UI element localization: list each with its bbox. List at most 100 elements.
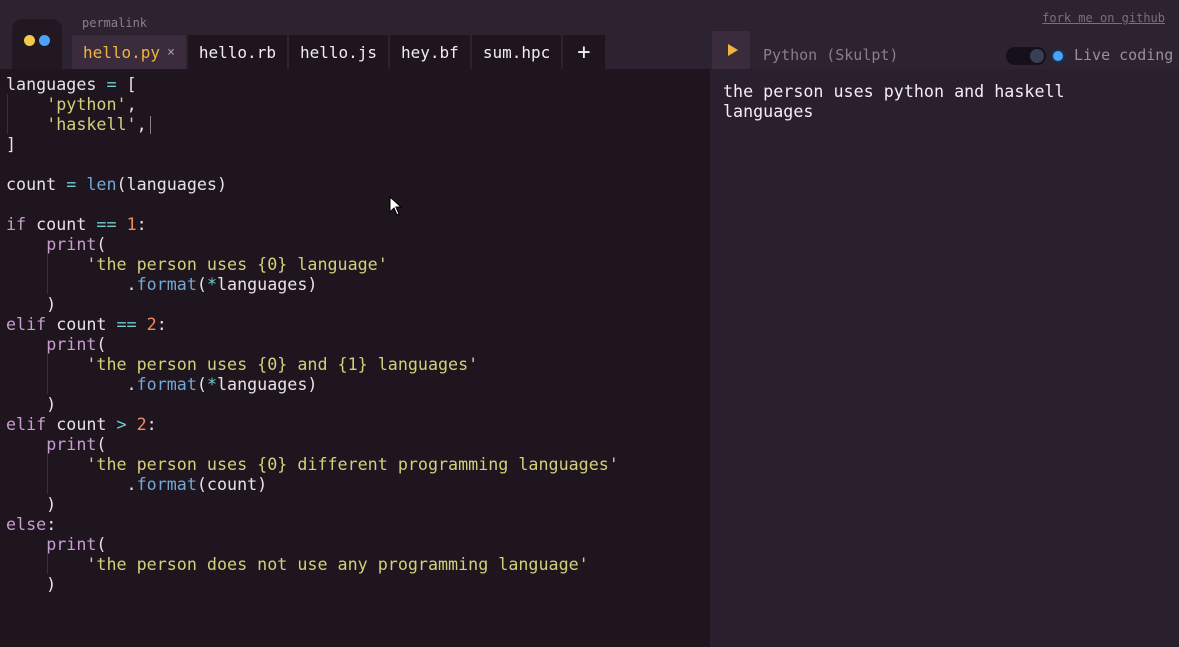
tab-hello-rb[interactable]: hello.rb: [187, 35, 289, 69]
tab-label: hey.bf: [401, 42, 459, 62]
code-token: count: [46, 314, 117, 334]
code-line[interactable]: .format(*languages): [6, 274, 619, 294]
code-token: :: [146, 414, 157, 434]
code-line[interactable]: print(: [6, 234, 619, 254]
code-line[interactable]: ): [6, 574, 619, 594]
tab-label: hello.py: [83, 42, 161, 62]
code-token: ,: [136, 114, 147, 134]
code-token: ): [6, 494, 57, 514]
tab-sum-hpc[interactable]: sum.hpc: [471, 35, 564, 69]
add-tab-button[interactable]: +: [563, 35, 607, 69]
tab-label: sum.hpc: [482, 42, 551, 62]
code-token: else: [6, 514, 47, 534]
code-token: 'the person uses {0} different programmi…: [86, 454, 619, 474]
code-line[interactable]: [6, 154, 619, 174]
code-token: ==: [96, 214, 117, 234]
tab-hello-py[interactable]: hello.py ×: [72, 35, 188, 69]
logo-yellow-dot-icon: [24, 35, 35, 46]
code-token: languages): [216, 374, 318, 394]
code-token: print: [46, 234, 97, 254]
play-icon: [727, 44, 738, 56]
code-line[interactable]: 'python',: [6, 94, 619, 114]
plus-icon: +: [577, 39, 591, 65]
code-token: elif: [6, 314, 47, 334]
code-line[interactable]: count = len(languages): [6, 174, 619, 194]
runtime-label: Python (Skulpt): [763, 46, 899, 64]
code-token: count: [46, 414, 117, 434]
code-line[interactable]: [6, 194, 619, 214]
code-token: format: [136, 374, 197, 394]
code-line[interactable]: print(: [6, 334, 619, 354]
code-token: 'the person uses {0} language': [86, 254, 388, 274]
code-token: :: [156, 314, 167, 334]
code-line[interactable]: elif count == 2:: [6, 314, 619, 334]
code-line[interactable]: 'the person does not use any programming…: [6, 554, 619, 574]
code-line[interactable]: languages = [: [6, 74, 619, 94]
code-lines[interactable]: languages = [ 'python', 'haskell',] count…: [6, 74, 619, 594]
code-token: =: [66, 174, 77, 194]
run-button[interactable]: [712, 31, 750, 69]
code-line[interactable]: 'the person uses {0} language': [6, 254, 619, 274]
code-token: ==: [116, 314, 137, 334]
code-token: (: [96, 334, 107, 354]
code-editor[interactable]: languages = [ 'python', 'haskell',] count…: [0, 69, 710, 647]
code-token: [: [116, 74, 137, 94]
file-tabs: hello.py × hello.rb hello.js hey.bf sum.…: [72, 35, 607, 69]
app-logo[interactable]: [12, 19, 62, 69]
code-token: (: [96, 534, 107, 554]
code-line[interactable]: ): [6, 494, 619, 514]
code-token: ]: [6, 134, 17, 154]
code-token: .: [6, 374, 137, 394]
live-status-dot-icon: [1053, 51, 1063, 61]
fork-on-github-link[interactable]: fork me on github: [1042, 11, 1165, 25]
code-line[interactable]: ): [6, 394, 619, 414]
code-line[interactable]: ): [6, 294, 619, 314]
permalink-link[interactable]: permalink: [82, 16, 147, 30]
code-token: (count): [196, 474, 268, 494]
tab-label: hello.js: [299, 42, 378, 62]
mouse-pointer-icon: [389, 196, 403, 216]
code-token: 'the person does not use any programming…: [86, 554, 589, 574]
code-line[interactable]: if count == 1:: [6, 214, 619, 234]
code-line[interactable]: else:: [6, 514, 619, 534]
tab-hello-js[interactable]: hello.js: [288, 35, 391, 69]
live-coding-label: Live coding: [1074, 46, 1174, 64]
code-line[interactable]: .format(count): [6, 474, 619, 494]
code-line[interactable]: print(: [6, 534, 619, 554]
code-token: (languages): [116, 174, 228, 194]
output-text: the person uses python and haskell langu…: [723, 81, 1065, 121]
code-token: 'the person uses {0} and {1} languages': [86, 354, 479, 374]
close-icon[interactable]: ×: [167, 45, 175, 60]
code-line[interactable]: 'haskell',: [6, 114, 619, 134]
code-line[interactable]: print(: [6, 434, 619, 454]
code-token: ): [6, 394, 57, 414]
code-token: len: [86, 174, 117, 194]
code-line[interactable]: 'the person uses {0} and {1} languages': [6, 354, 619, 374]
code-line[interactable]: 'the person uses {0} different programmi…: [6, 454, 619, 474]
code-line[interactable]: elif count > 2:: [6, 414, 619, 434]
code-token: :: [46, 514, 57, 534]
code-token: :: [136, 214, 147, 234]
code-token: 'haskell': [46, 114, 137, 134]
code-line[interactable]: ]: [6, 134, 619, 154]
logo-blue-dot-icon: [39, 35, 50, 46]
tab-label: hello.rb: [198, 42, 276, 62]
tab-hey-bf[interactable]: hey.bf: [390, 35, 472, 69]
code-line[interactable]: .format(*languages): [6, 374, 619, 394]
code-token: 2: [136, 414, 147, 434]
code-token: ): [6, 574, 57, 594]
live-coding-toggle[interactable]: [1006, 47, 1046, 65]
code-token: .: [6, 474, 137, 494]
